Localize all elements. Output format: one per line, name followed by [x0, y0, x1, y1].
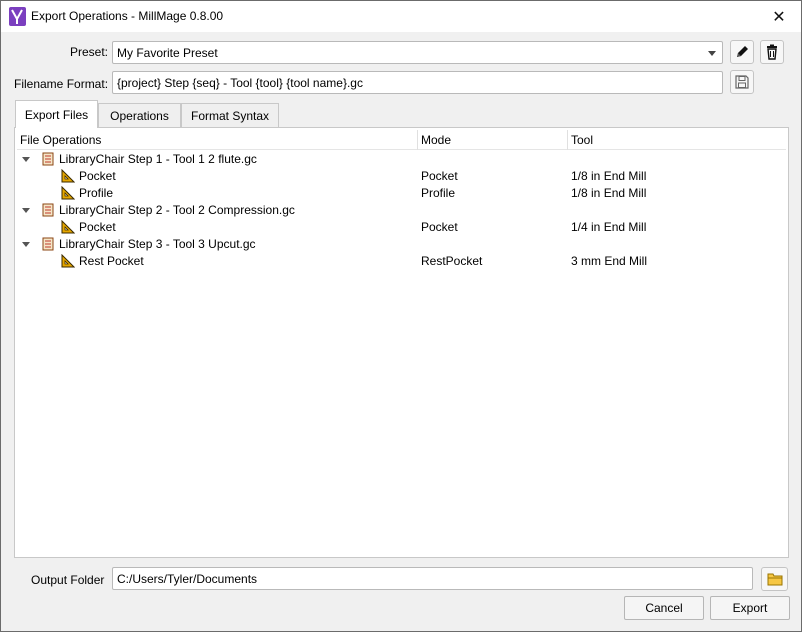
- close-button[interactable]: ✕: [757, 1, 801, 32]
- filename-format-label: Filename Format:: [14, 77, 109, 91]
- chevron-down-icon: [708, 51, 716, 56]
- operation-mode: Pocket: [421, 169, 458, 183]
- chevron-down-icon[interactable]: [22, 157, 30, 162]
- file-name: LibraryChair Step 2 - Tool 2 Compression…: [59, 203, 295, 217]
- operation-tool: 1/8 in End Mill: [571, 186, 647, 200]
- tab-operations[interactable]: Operations: [98, 103, 181, 128]
- operation-row[interactable]: Profile Profile 1/8 in End Mill: [17, 185, 786, 202]
- operation-name: Profile: [79, 186, 114, 200]
- file-row[interactable]: LibraryChair Step 3 - Tool 3 Upcut.gc: [17, 236, 786, 253]
- operation-mode: Pocket: [421, 220, 458, 234]
- cancel-button-label: Cancel: [645, 601, 683, 615]
- column-header-mode[interactable]: Mode: [418, 130, 568, 150]
- export-button[interactable]: Export: [710, 596, 790, 620]
- operation-tool: 1/4 in End Mill: [571, 220, 647, 234]
- chevron-down-icon[interactable]: [22, 242, 30, 247]
- output-folder-field[interactable]: [112, 567, 753, 590]
- operation-mode: RestPocket: [421, 254, 483, 268]
- trash-icon: [767, 44, 777, 60]
- delete-preset-button[interactable]: [760, 40, 784, 64]
- export-operations-dialog: Export Operations - MillMage 0.8.00 ✕ Pr…: [0, 0, 802, 632]
- folder-icon: [767, 573, 782, 586]
- column-header-file-operations[interactable]: File Operations: [17, 130, 418, 150]
- filename-format-input[interactable]: [113, 72, 722, 93]
- browse-folder-button[interactable]: [761, 567, 788, 591]
- millmage-logo-icon: [9, 7, 26, 26]
- operation-name: Pocket: [79, 169, 116, 183]
- file-row[interactable]: LibraryChair Step 2 - Tool 2 Compression…: [17, 202, 786, 219]
- operation-tool: 1/8 in End Mill: [571, 169, 647, 183]
- tab-operations-label: Operations: [110, 109, 169, 123]
- set-square-icon: [61, 254, 75, 268]
- operation-name: Pocket: [79, 220, 116, 234]
- file-row[interactable]: LibraryChair Step 1 - Tool 1 2 flute.gc: [17, 151, 786, 168]
- tree-header: File Operations Mode Tool: [17, 130, 786, 150]
- preset-dropdown[interactable]: My Favorite Preset: [112, 41, 723, 64]
- set-square-icon: [61, 220, 75, 234]
- scroll-file-icon: [42, 152, 54, 166]
- preset-label: Preset:: [70, 45, 109, 59]
- tab-format-syntax-label: Format Syntax: [190, 109, 270, 123]
- file-name: LibraryChair Step 3 - Tool 3 Upcut.gc: [59, 237, 256, 251]
- cancel-button[interactable]: Cancel: [624, 596, 704, 620]
- output-folder-label: Output Folder: [31, 573, 105, 587]
- chevron-down-icon[interactable]: [22, 208, 30, 213]
- title-bar: Export Operations - MillMage 0.8.00 ✕: [1, 1, 801, 32]
- scroll-file-icon: [42, 237, 54, 251]
- operation-row[interactable]: Pocket Pocket 1/8 in End Mill: [17, 168, 786, 185]
- preset-value: My Favorite Preset: [117, 46, 218, 60]
- set-square-icon: [61, 186, 75, 200]
- window-title: Export Operations - MillMage 0.8.00: [31, 9, 224, 23]
- scroll-file-icon: [42, 203, 54, 217]
- operation-row[interactable]: Rest Pocket RestPocket 3 mm End Mill: [17, 253, 786, 270]
- column-header-tool[interactable]: Tool: [568, 130, 786, 150]
- tab-export-files-label: Export Files: [24, 107, 89, 122]
- operation-name: Rest Pocket: [79, 254, 144, 268]
- file-name: LibraryChair Step 1 - Tool 1 2 flute.gc: [59, 152, 257, 166]
- tab-format-syntax[interactable]: Format Syntax: [181, 103, 279, 128]
- tab-export-files[interactable]: Export Files: [15, 100, 98, 128]
- edit-preset-button[interactable]: [730, 40, 754, 64]
- save-icon: [735, 75, 749, 89]
- operation-tool: 3 mm End Mill: [571, 254, 648, 268]
- export-button-label: Export: [732, 601, 768, 615]
- export-files-panel: File Operations Mode Tool LibraryChair S…: [14, 127, 789, 558]
- operation-row[interactable]: Pocket Pocket 1/4 in End Mill: [17, 219, 786, 236]
- operation-mode: Profile: [421, 186, 456, 200]
- output-folder-input[interactable]: [113, 568, 752, 589]
- filename-format-field[interactable]: [112, 71, 723, 94]
- close-icon: ✕: [772, 8, 786, 26]
- set-square-icon: [61, 169, 75, 183]
- save-format-button[interactable]: [730, 70, 754, 94]
- pencil-icon: [737, 46, 748, 57]
